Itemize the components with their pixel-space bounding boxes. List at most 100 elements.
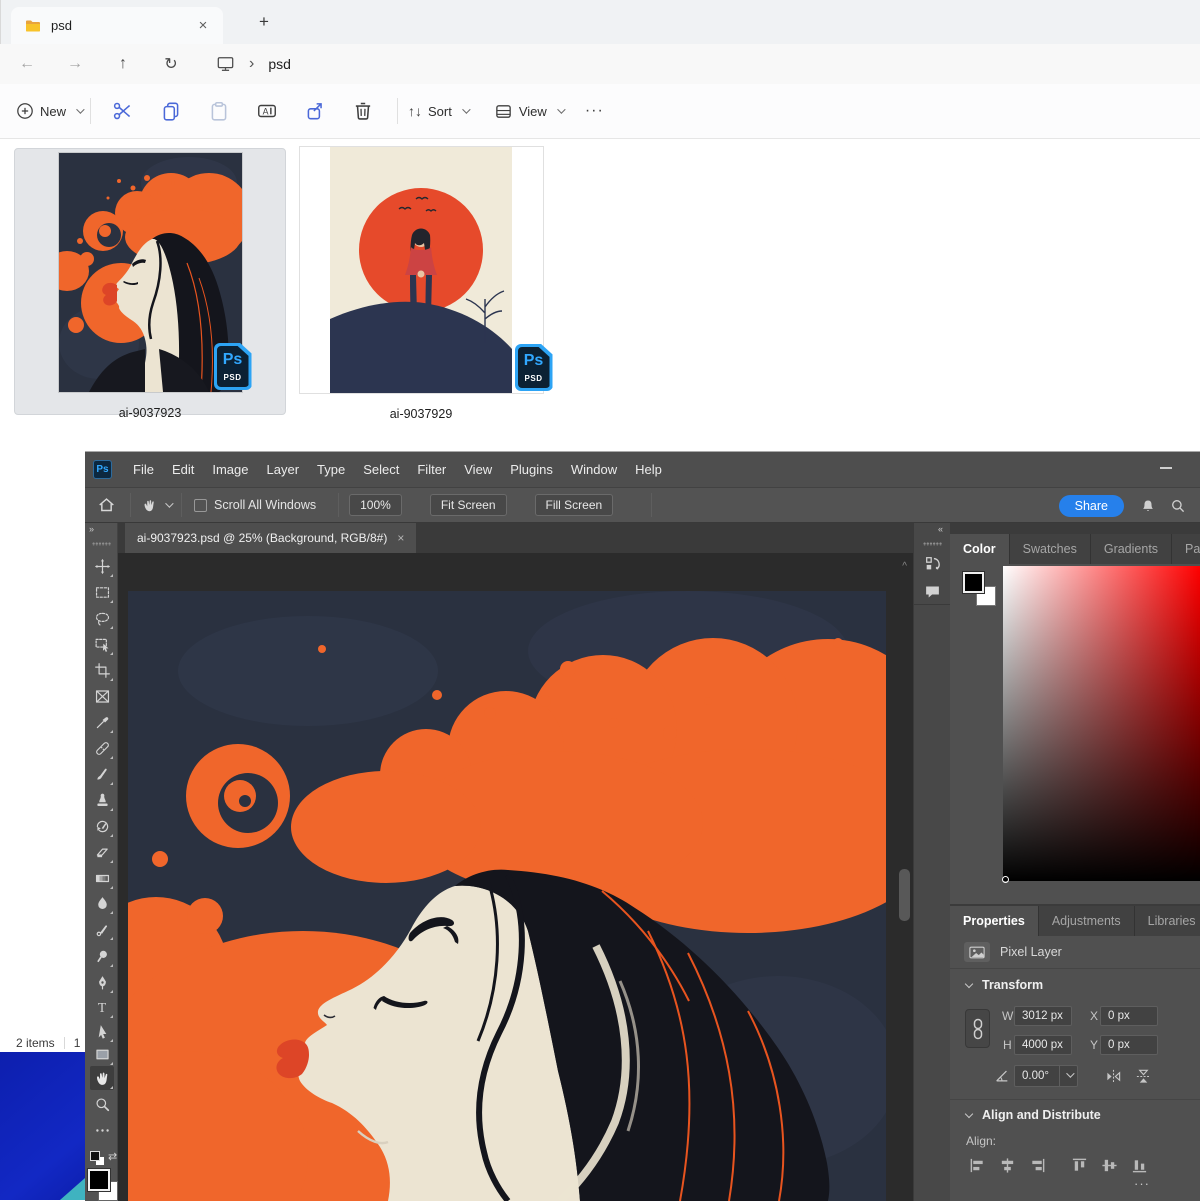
menu-filter[interactable]: Filter [408, 462, 455, 477]
scroll-all-windows-checkbox[interactable] [194, 499, 207, 512]
align-right-edges-button[interactable] [1026, 1154, 1048, 1176]
foreground-color-swatch[interactable] [88, 1169, 110, 1191]
saturation-brightness-field[interactable] [1003, 566, 1200, 881]
align-section-header[interactable]: Align and Distribute [950, 1108, 1101, 1122]
tab-properties[interactable]: Properties [950, 906, 1039, 936]
align-horizontal-centers-button[interactable] [996, 1154, 1018, 1176]
zoom-tool[interactable] [90, 1092, 114, 1116]
rectangular-marquee-tool[interactable] [90, 580, 114, 604]
hand-tool-preset[interactable] [141, 498, 171, 513]
search-icon[interactable] [1170, 498, 1186, 514]
forward-icon[interactable]: → [58, 55, 92, 73]
menu-image[interactable]: Image [203, 462, 257, 477]
menu-file[interactable]: File [124, 462, 163, 477]
tools-grip[interactable] [92, 542, 111, 546]
file-tile-ai-9037923[interactable]: Ps PSD ai-9037923 [14, 148, 286, 415]
breadcrumb-location[interactable]: psd [268, 56, 291, 72]
tools-expand-icon[interactable]: » [89, 524, 95, 534]
paste-button[interactable] [199, 93, 239, 129]
width-input[interactable]: 3012 px [1014, 1006, 1072, 1026]
blur-tool[interactable] [90, 891, 114, 915]
align-bottom-edges-button[interactable] [1128, 1154, 1150, 1176]
menu-view[interactable]: View [455, 462, 501, 477]
new-tab-button[interactable]: + [259, 12, 269, 32]
zoom-100-button[interactable]: 100% [349, 494, 402, 516]
foreground-background-swatches[interactable] [88, 1169, 118, 1201]
menu-window[interactable]: Window [562, 462, 626, 477]
share-button[interactable]: Share [1059, 495, 1124, 517]
panel-more-options[interactable]: ··· [1134, 1176, 1150, 1191]
flip-vertical-button[interactable] [1134, 1067, 1152, 1085]
menu-layer[interactable]: Layer [258, 462, 309, 477]
breadcrumb[interactable]: › psd [216, 55, 291, 73]
menu-select[interactable]: Select [354, 462, 408, 477]
document-close-icon[interactable]: × [397, 531, 404, 545]
hand-tool[interactable] [90, 1066, 114, 1090]
foreground-color-swatch[interactable] [963, 572, 984, 593]
explorer-tab[interactable]: psd × [11, 7, 223, 44]
fit-screen-button[interactable]: Fit Screen [430, 494, 507, 516]
comments-panel-button[interactable] [920, 579, 945, 604]
transform-section-header[interactable]: Transform [950, 978, 1043, 992]
document-tab[interactable]: ai-9037923.psd @ 25% (Background, RGB/8#… [125, 523, 416, 553]
rotation-angle-input[interactable]: 0.00° [1014, 1065, 1078, 1087]
align-top-edges-button[interactable] [1068, 1154, 1090, 1176]
new-button[interactable]: New [16, 93, 82, 129]
angle-dropdown[interactable] [1059, 1066, 1077, 1086]
tab-color[interactable]: Color [950, 534, 1010, 564]
eyedropper-tool[interactable] [90, 710, 114, 734]
copy-button[interactable] [151, 93, 191, 129]
history-brush-tool[interactable] [90, 814, 114, 838]
open-document-canvas[interactable] [128, 591, 886, 1201]
fill-screen-button[interactable]: Fill Screen [535, 494, 614, 516]
sort-button[interactable]: ↑↓ Sort [408, 93, 468, 129]
clone-stamp-tool[interactable] [90, 788, 114, 812]
dodge-tool[interactable] [90, 944, 114, 968]
home-button[interactable] [93, 497, 120, 513]
tab-adjustments[interactable]: Adjustments [1039, 906, 1135, 936]
align-left-edges-button[interactable] [966, 1154, 988, 1176]
canvas-scrollbar-thumb[interactable] [899, 869, 910, 921]
menu-edit[interactable]: Edit [163, 462, 203, 477]
file-tile-ai-9037929[interactable]: Ps PSD ai-9037929 [296, 143, 546, 415]
up-icon[interactable]: ↑ [106, 55, 140, 73]
strip-grip[interactable] [923, 542, 942, 546]
minimize-button[interactable] [1160, 467, 1172, 469]
frame-tool[interactable] [90, 684, 114, 708]
tab-swatches[interactable]: Swatches [1010, 534, 1091, 564]
view-button[interactable]: View [494, 93, 563, 129]
brush-tool[interactable] [90, 762, 114, 786]
share-button-explorer[interactable] [295, 93, 335, 129]
tab-patterns[interactable]: Patterns [1172, 534, 1200, 564]
flip-horizontal-button[interactable] [1104, 1067, 1122, 1085]
lasso-tool[interactable] [90, 606, 114, 630]
edit-toolbar-button[interactable] [90, 1118, 114, 1142]
history-panel-button[interactable] [920, 551, 945, 576]
spot-healing-brush-tool[interactable] [90, 736, 114, 760]
tab-gradients[interactable]: Gradients [1091, 534, 1172, 564]
refresh-icon[interactable]: ↻ [154, 54, 188, 74]
swap-colors-icon[interactable]: ⇄ [108, 1150, 117, 1163]
x-input[interactable]: 0 px [1100, 1006, 1158, 1026]
menu-type[interactable]: Type [308, 462, 354, 477]
menu-plugins[interactable]: Plugins [501, 462, 562, 477]
cut-button[interactable] [103, 93, 143, 129]
eraser-tool[interactable] [90, 840, 114, 864]
scroll-up-arrow[interactable]: ^ [902, 561, 907, 572]
more-options-button[interactable]: ··· [585, 93, 604, 129]
gradient-tool[interactable] [90, 866, 114, 890]
color-picker-indicator[interactable] [1002, 876, 1009, 883]
crop-tool[interactable] [90, 658, 114, 682]
back-icon[interactable]: ← [10, 55, 44, 73]
menu-help[interactable]: Help [626, 462, 671, 477]
tab-libraries[interactable]: Libraries [1135, 906, 1200, 936]
tab-close-icon[interactable]: × [193, 17, 213, 34]
link-dimensions-button[interactable] [965, 1009, 990, 1048]
delete-button[interactable] [343, 93, 383, 129]
move-tool[interactable] [90, 554, 114, 578]
path-selection-tool[interactable] [90, 1019, 114, 1043]
type-tool[interactable]: T [90, 995, 114, 1019]
notifications-bell-icon[interactable] [1140, 498, 1156, 515]
rename-button[interactable]: A [247, 93, 287, 129]
default-colors-button[interactable] [90, 1151, 108, 1167]
